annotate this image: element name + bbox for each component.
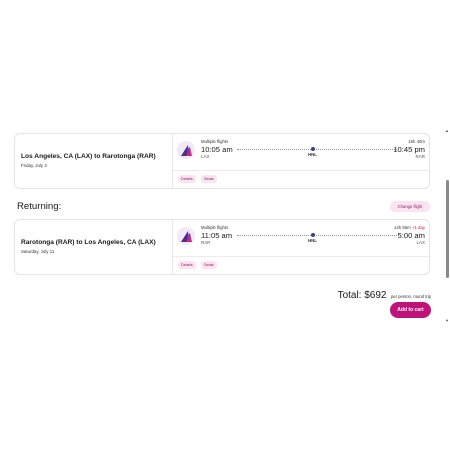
return-seats-button[interactable]: Seats	[201, 261, 217, 269]
outbound-multiple-flights: Multiple flights	[201, 139, 229, 144]
outbound-depart-code: LAX	[201, 154, 210, 159]
outbound-depart-time: 10:05 am	[201, 145, 233, 154]
return-stop-code: HNL	[308, 238, 317, 243]
outbound-stop-dot	[311, 147, 315, 151]
airline-logo-icon	[177, 141, 195, 159]
outbound-route-panel: Los Angeles, CA (LAX) to Rarotonga (RAR)…	[15, 134, 173, 188]
outbound-divider	[173, 170, 429, 171]
outbound-arrive-time: 10:45 pm	[393, 145, 425, 154]
return-route-line	[237, 235, 397, 236]
per-person-note: per person, round trip	[390, 294, 431, 299]
outbound-duration: 15h 40m	[408, 139, 425, 144]
return-duration-value: 14h 55m	[394, 225, 411, 230]
airline-logo-icon	[177, 227, 195, 245]
returning-section-title: Returning:	[17, 201, 62, 212]
outbound-route-line	[237, 149, 397, 150]
scrollbar-thumb[interactable]	[446, 180, 449, 278]
add-to-cart-button[interactable]: Add to cart	[390, 302, 431, 318]
outbound-flight-card: Los Angeles, CA (LAX) to Rarotonga (RAR)…	[14, 133, 430, 189]
scroll-down-icon[interactable]: ▼	[444, 318, 450, 324]
return-divider	[173, 256, 429, 257]
outbound-date: Friday, July 3	[21, 163, 47, 168]
outbound-arrive-code: RAR	[415, 154, 425, 159]
total-price: Total: $692 per person, round trip	[338, 285, 431, 303]
outbound-details-button[interactable]: Details	[178, 175, 196, 183]
return-arrive-code: LAX	[416, 240, 425, 245]
outbound-route-title: Los Angeles, CA (LAX) to Rarotonga (RAR)	[21, 153, 156, 160]
total-amount: Total: $692	[337, 290, 387, 301]
return-date: Saturday, July 11	[21, 249, 55, 254]
return-details-button[interactable]: Details	[178, 261, 196, 269]
return-route-panel: Rarotonga (RAR) to Los Angeles, CA (LAX)…	[15, 220, 173, 274]
outbound-stop-code: HNL	[308, 152, 317, 157]
return-depart-code: RAR	[201, 240, 211, 245]
outbound-seats-button[interactable]: Seats	[201, 175, 217, 183]
return-multiple-flights: Multiple flights	[201, 225, 229, 230]
return-flight-card: Rarotonga (RAR) to Los Angeles, CA (LAX)…	[14, 219, 430, 275]
return-route-title: Rarotonga (RAR) to Los Angeles, CA (LAX)	[21, 239, 156, 246]
change-flight-button[interactable]: Change flight	[390, 201, 430, 212]
return-depart-time: 11:05 am	[201, 231, 233, 240]
return-stop-dot	[311, 233, 315, 237]
return-arrive-time: 5:00 am	[397, 231, 425, 240]
return-plus-day: +1 day	[411, 225, 425, 230]
scroll-up-icon[interactable]: ▲	[444, 128, 450, 134]
return-duration: 14h 55m +1 day	[394, 225, 425, 230]
scrollbar[interactable]: ▲ ▼	[444, 128, 450, 324]
